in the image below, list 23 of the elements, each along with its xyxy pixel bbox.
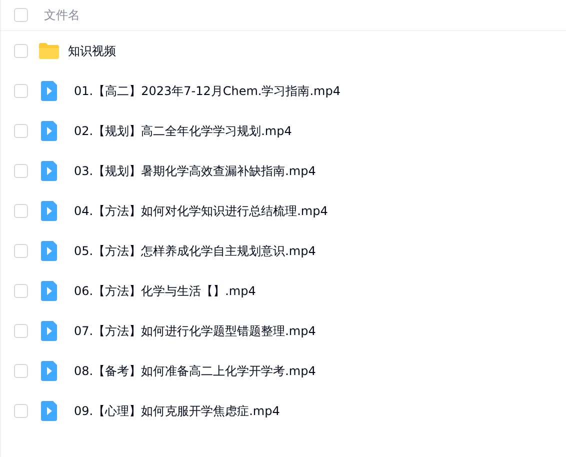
- file-name[interactable]: 07.【方法】如何进行化学题型错题整理.mp4: [74, 322, 316, 340]
- row-checkbox[interactable]: [14, 284, 28, 298]
- file-name[interactable]: 知识视频: [68, 42, 116, 60]
- file-name[interactable]: 04.【方法】如何对化学知识进行总结梳理.mp4: [74, 202, 328, 220]
- row-checkbox[interactable]: [14, 84, 28, 98]
- file-name[interactable]: 05.【方法】怎样养成化学自主规划意识.mp4: [74, 242, 316, 260]
- file-name[interactable]: 01.【高二】2023年7-12月Chem.学习指南.mp4: [74, 82, 340, 100]
- column-header: 文件名: [44, 6, 80, 24]
- file-name[interactable]: 09.【心理】如何克服开学焦虑症.mp4: [74, 402, 280, 420]
- row-checkbox[interactable]: [14, 244, 28, 258]
- row-checkbox[interactable]: [14, 364, 28, 378]
- select-all-checkbox[interactable]: [14, 8, 28, 22]
- row-checkbox[interactable]: [14, 164, 28, 178]
- file-name[interactable]: 03.【规划】暑期化学高效查漏补缺指南.mp4: [74, 162, 316, 180]
- row-checkbox[interactable]: [14, 324, 28, 338]
- file-name[interactable]: 02.【规划】高二全年化学学习规划.mp4: [74, 122, 292, 140]
- row-checkbox[interactable]: [14, 124, 28, 138]
- row-checkbox[interactable]: [14, 44, 28, 58]
- row-checkbox[interactable]: [14, 404, 28, 418]
- file-name[interactable]: 06.【方法】化学与生活【】.mp4: [74, 282, 256, 300]
- row-checkbox[interactable]: [14, 204, 28, 218]
- file-name[interactable]: 08.【备考】如何准备高二上化学开学考.mp4: [74, 362, 316, 380]
- folder-icon: [38, 42, 60, 60]
